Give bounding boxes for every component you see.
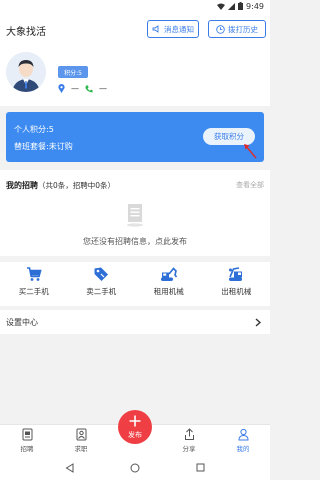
tab-label: 分享	[182, 445, 196, 453]
chevron-right-icon	[255, 318, 261, 327]
quick-action-lease-machinery[interactable]: 出租机械	[203, 262, 271, 306]
tag-icon	[94, 267, 109, 281]
tab-job-seek[interactable]: 求职	[54, 425, 108, 457]
quick-action-label: 买二手机	[18, 287, 49, 296]
tab-mine[interactable]: 我的	[216, 425, 270, 457]
phone-value: —	[99, 84, 107, 93]
signal-icon	[228, 2, 236, 10]
tab-label: 我的	[236, 445, 250, 453]
red-arrow-icon	[244, 144, 257, 159]
status-bar: 9:49	[0, 0, 270, 12]
call-history-button[interactable]: 拨打历史	[208, 20, 266, 38]
recents-nav-icon[interactable]	[196, 463, 205, 472]
my-recruitment-section: 我的招聘（共0条，招聘中0条） 查看全部 您还没有招聘信息，点此发布	[0, 170, 270, 256]
quick-actions: 买二手机 卖二手机 租用机械 出租机械	[0, 262, 270, 306]
tab-label: 招聘	[20, 445, 34, 453]
excavator-icon	[160, 267, 177, 281]
person-card-icon	[76, 428, 86, 441]
empty-recruitment-text[interactable]: 您还没有招聘信息，点此发布	[0, 236, 270, 247]
tab-share[interactable]: 分享	[162, 425, 216, 457]
recruitment-title: 我的招聘（共0条，招聘中0条）	[6, 180, 115, 191]
app-header: 大象找活 消息通知 拨打历史	[0, 12, 270, 48]
crane-icon	[229, 267, 243, 281]
publish-button[interactable]: 发布	[118, 410, 152, 444]
empty-document-icon	[127, 204, 143, 227]
phone-icon	[85, 85, 93, 92]
cart-icon	[26, 267, 42, 281]
user-icon	[237, 428, 249, 441]
document-icon	[22, 428, 32, 441]
points-card: 个人积分:5 替班套餐:未订购 获取积分	[6, 112, 264, 162]
back-nav-icon[interactable]	[65, 463, 74, 473]
app-title: 大象找活	[6, 27, 46, 38]
status-icons: 9:49	[217, 0, 264, 12]
status-time: 9:49	[246, 1, 264, 11]
quick-action-buy-used[interactable]: 买二手机	[0, 262, 68, 306]
recruitment-title-text: 我的招聘	[6, 181, 38, 190]
home-nav-icon[interactable]	[130, 463, 140, 473]
profile-section: 积分:5 — —	[0, 48, 270, 106]
notice-button[interactable]: 消息通知	[147, 20, 199, 38]
settings-center-row[interactable]: 设置中心	[0, 310, 270, 334]
quick-action-label: 卖二手机	[86, 287, 117, 296]
contact-row: — —	[58, 84, 107, 93]
plan-status-text: 替班套餐:未订购	[14, 142, 73, 151]
tab-label: 求职	[74, 445, 88, 453]
location-value: —	[71, 84, 79, 93]
personal-points-text: 个人积分:5	[14, 125, 54, 134]
tab-recruit[interactable]: 招聘	[0, 425, 54, 457]
settings-center-label: 设置中心	[6, 318, 38, 327]
share-icon	[184, 428, 194, 440]
recruitment-count: （共0条，招聘中0条）	[38, 181, 116, 190]
view-all-link[interactable]: 查看全部	[236, 180, 264, 190]
quick-action-sell-used[interactable]: 卖二手机	[68, 262, 136, 306]
location-pin-icon	[58, 84, 65, 93]
quick-action-rent-machinery[interactable]: 租用机械	[135, 262, 203, 306]
battery-icon	[238, 2, 244, 10]
notice-label: 消息通知	[164, 24, 194, 34]
avatar[interactable]	[6, 52, 46, 92]
quick-action-label: 租用机械	[153, 287, 184, 296]
speaker-icon	[152, 25, 159, 33]
quick-action-label: 出租机械	[221, 287, 252, 296]
call-history-label: 拨打历史	[228, 24, 258, 34]
system-nav-bar	[0, 457, 270, 480]
points-badge: 积分:5	[58, 66, 88, 78]
clock-icon	[216, 24, 225, 34]
plus-icon	[129, 415, 141, 426]
publish-label: 发布	[128, 430, 142, 439]
wifi-icon	[217, 3, 226, 10]
avatar-person-icon	[6, 52, 46, 92]
